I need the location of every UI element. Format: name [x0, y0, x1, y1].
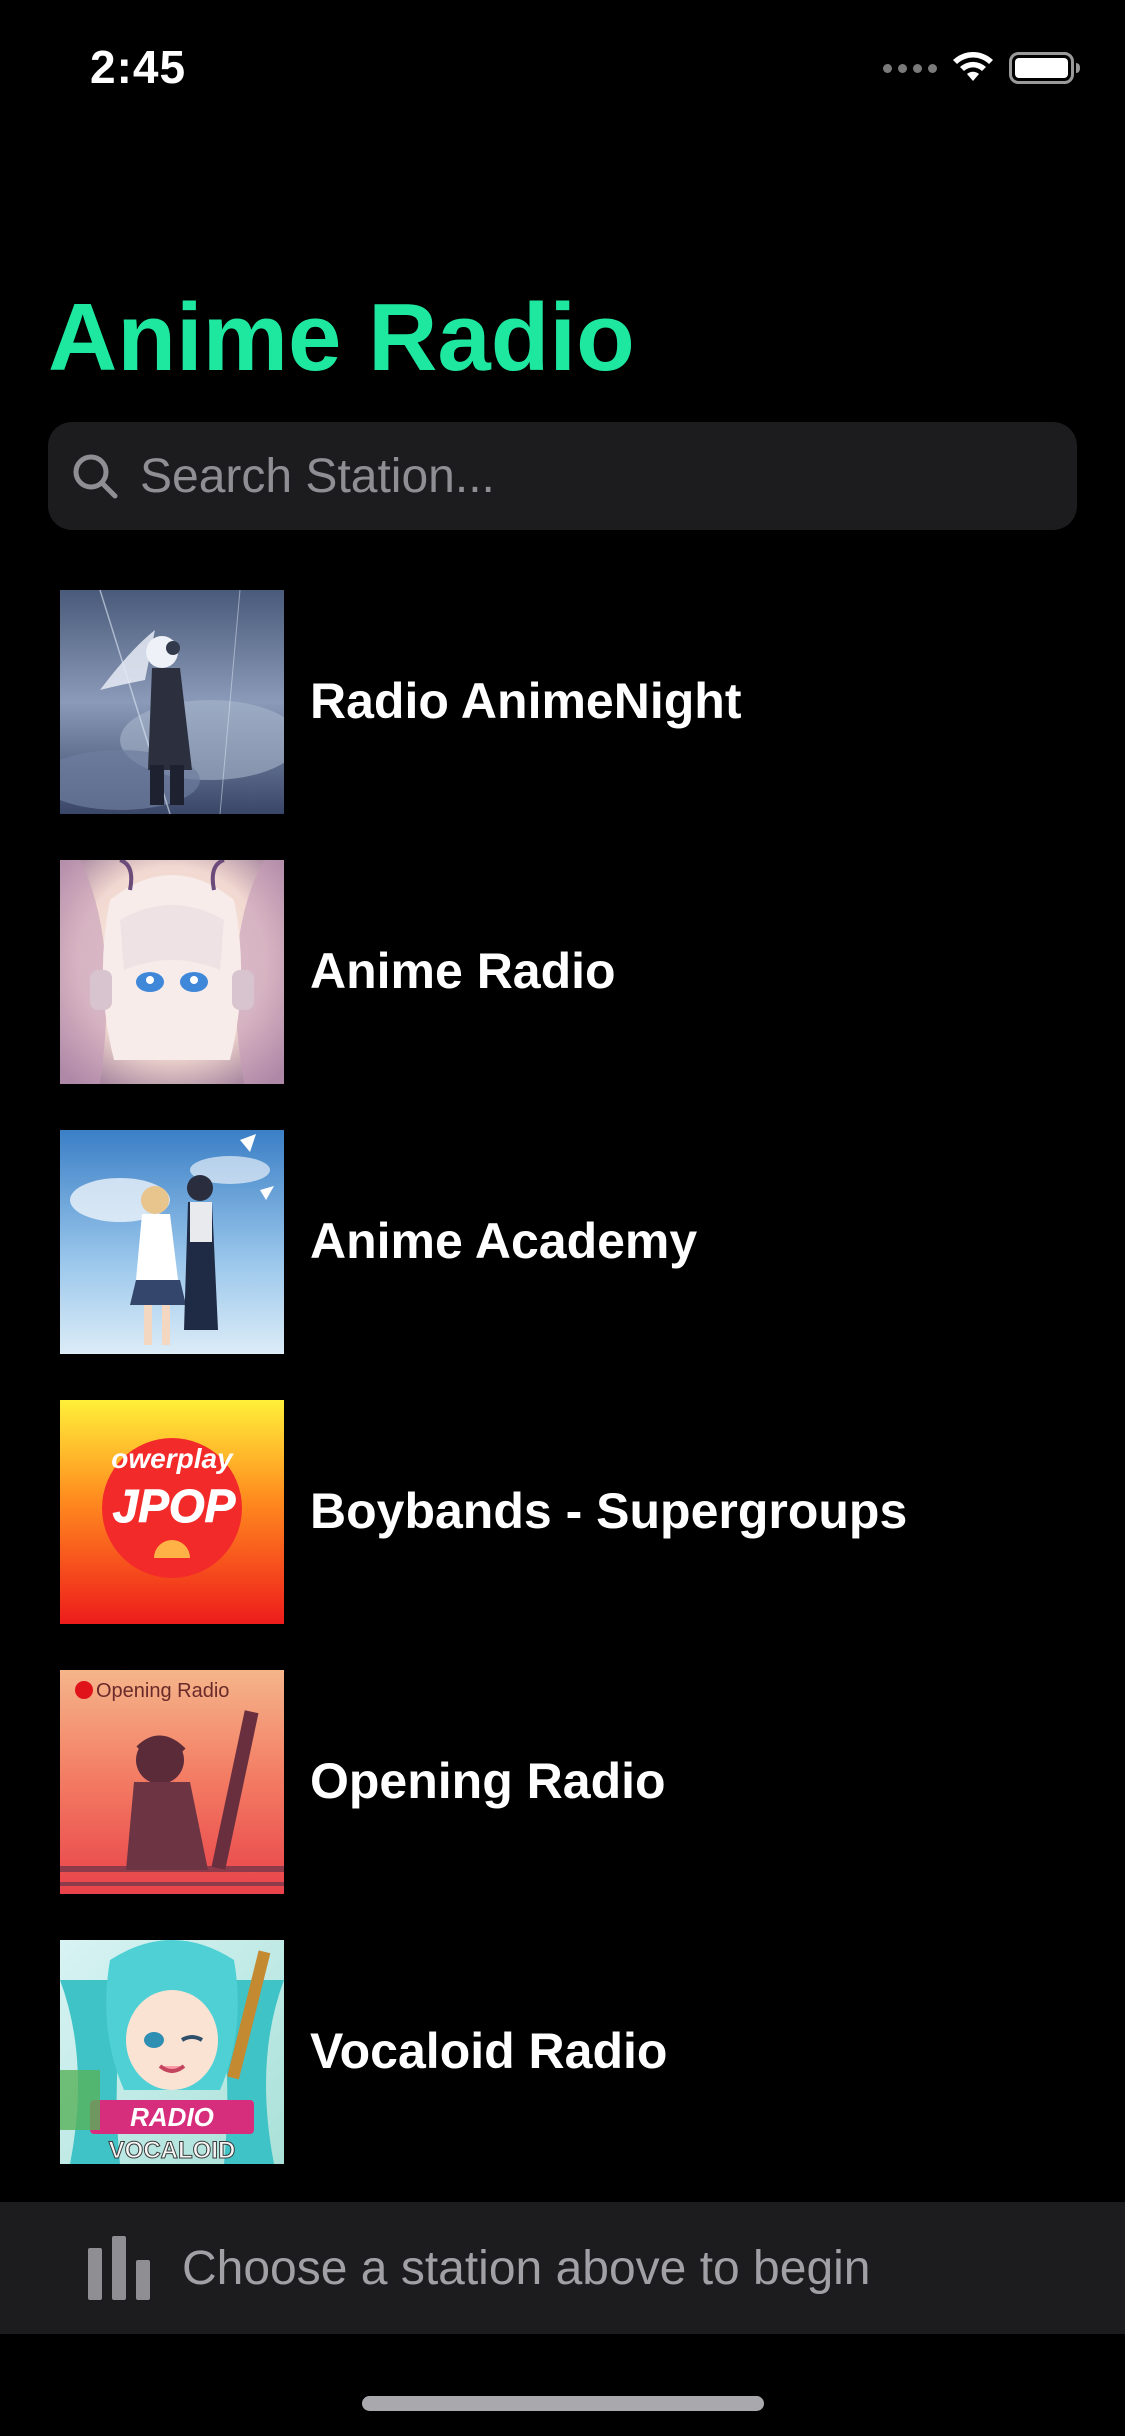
station-row[interactable]: Opening Radio Opening Radio — [0, 1668, 1125, 1894]
station-artwork: Opening Radio — [60, 1670, 284, 1894]
station-artwork — [60, 590, 284, 814]
station-name: Boybands - Supergroups — [310, 1483, 908, 1539]
station-row[interactable]: Anime Academy — [0, 1128, 1125, 1354]
station-artwork — [60, 1130, 284, 1354]
artwork-logo-text: JPOP — [113, 1480, 236, 1532]
status-time: 2:45 — [90, 41, 187, 93]
search-input[interactable] — [138, 421, 1077, 531]
search-bar[interactable] — [48, 421, 1077, 531]
station-artwork: RADIO VOCALOID — [60, 1940, 284, 2164]
player-status-text: Choose a station above to begin — [182, 2241, 871, 2295]
station-artwork — [60, 860, 284, 1084]
station-name: Anime Academy — [310, 1213, 698, 1269]
bars-icon — [88, 2236, 152, 2300]
home-indicator[interactable] — [362, 2396, 764, 2411]
station-name: Opening Radio — [310, 1753, 666, 1809]
cellular-signal-icon — [883, 63, 937, 73]
artwork-title-text: RADIO — [130, 2102, 214, 2132]
wifi-icon — [953, 52, 993, 81]
artwork-brand-text: owerplay — [111, 1443, 234, 1474]
station-row[interactable]: RADIO VOCALOID Vocaloid Radio — [0, 1938, 1125, 2164]
artwork-brand-text: Opening Radio — [96, 1680, 229, 1702]
station-row[interactable]: Radio AnimeNight — [0, 588, 1125, 814]
status-icons — [883, 48, 1081, 88]
station-name: Anime Radio — [310, 943, 616, 999]
station-name: Radio AnimeNight — [310, 673, 742, 729]
search-icon — [68, 449, 122, 503]
artwork-subtitle-text: VOCALOID — [109, 2137, 236, 2164]
station-row[interactable]: owerplay JPOP Boybands - Supergroups — [0, 1398, 1125, 1624]
mini-player-bar[interactable]: Choose a station above to begin — [0, 2202, 1125, 2334]
status-bar: 2:45 — [0, 0, 1125, 132]
page-title: Anime Radio — [48, 284, 635, 391]
battery-icon — [1009, 52, 1080, 84]
station-row[interactable]: Anime Radio — [0, 858, 1125, 1084]
station-name: Vocaloid Radio — [310, 2023, 668, 2079]
station-artwork: owerplay JPOP — [60, 1400, 284, 1624]
